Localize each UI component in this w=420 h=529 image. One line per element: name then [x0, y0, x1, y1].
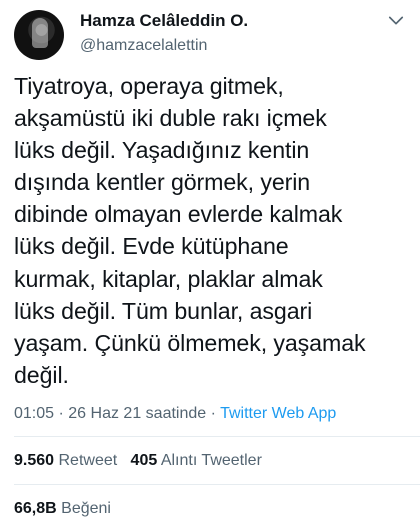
meta-separator: ·	[210, 405, 216, 422]
avatar[interactable]	[14, 10, 64, 60]
retweet-stats: 9.560 Retweet 405 Alıntı Tweetler	[14, 452, 262, 470]
tweet-time[interactable]: 01:05	[14, 405, 54, 422]
quote-count[interactable]: 405	[131, 452, 158, 469]
tweet-meta: 01:05 · 26 Haz 21 saatinde · Twitter Web…	[14, 405, 336, 423]
tweet-text: Tiyatroya, operaya gitmek, akşamüstü iki…	[14, 73, 366, 388]
divider	[14, 484, 420, 485]
author-name[interactable]: Hamza Celâleddin O.	[80, 11, 248, 31]
avatar-figure	[32, 18, 48, 48]
like-count[interactable]: 66,8B	[14, 500, 57, 517]
chevron-down-icon[interactable]	[386, 10, 406, 30]
author-handle[interactable]: @hamzacelalettin	[80, 37, 207, 55]
divider	[14, 436, 420, 437]
retweet-count[interactable]: 9.560	[14, 452, 54, 469]
like-label[interactable]: Beğeni	[61, 500, 111, 517]
like-stats: 66,8B Beğeni	[14, 500, 111, 518]
quote-label[interactable]: Alıntı Tweetler	[161, 452, 262, 469]
source-app-link[interactable]: Twitter Web App	[220, 405, 336, 422]
meta-separator: ·	[58, 405, 64, 422]
retweet-label[interactable]: Retweet	[59, 452, 118, 469]
tweet-date[interactable]: 26 Haz 21 saatinde	[68, 405, 206, 422]
